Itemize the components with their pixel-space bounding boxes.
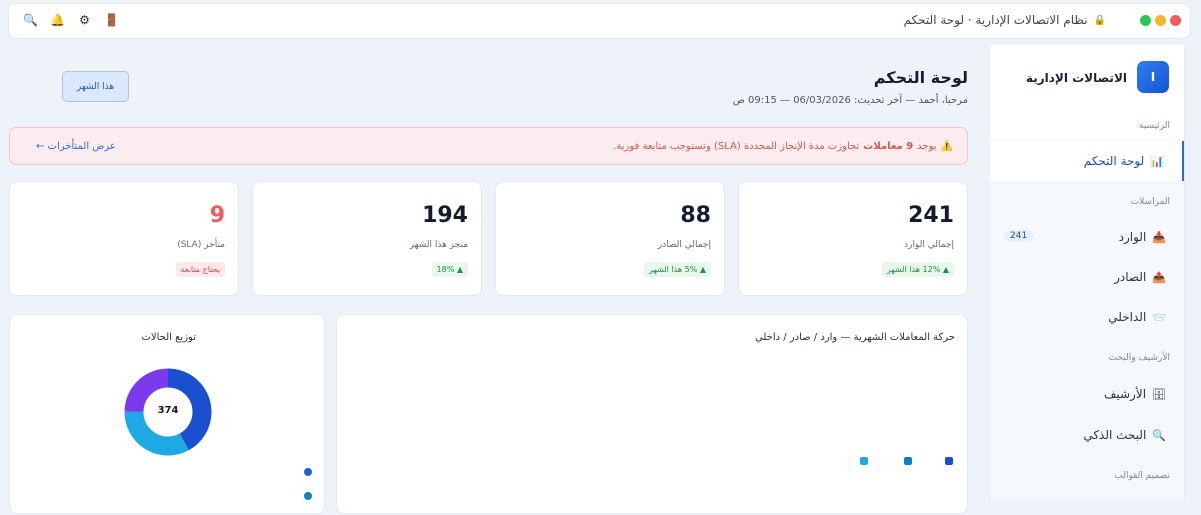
stat-card-overdue: 9 متأخر (SLA) يحتاج متابعة	[9, 181, 239, 296]
trend-chip: ▲ 5% هذا الشهر	[643, 262, 711, 277]
stat-label: إجمالي الوارد	[904, 240, 954, 250]
window-title-wrap: 🔒 نظام الاتصالات الإدارية · لوحة التحكم	[904, 13, 1106, 27]
section-correspondence: المراسلات	[1130, 197, 1170, 207]
gear-icon[interactable]: ⚙	[77, 12, 92, 29]
bell-icon[interactable]: 🔔	[50, 12, 65, 29]
brand-name: الاتصالات الإدارية	[1025, 71, 1127, 85]
search-icon: 🔍	[1152, 428, 1166, 442]
sidebar-item-smart-search[interactable]: 🔍 البحث الذكي	[990, 415, 1184, 455]
stat-label: إجمالي الصادر	[657, 240, 711, 250]
status-title: توزيع الحالات	[141, 332, 196, 343]
chart-icon: 📊	[1150, 154, 1164, 168]
stat-label: منجز هذا الشهر	[409, 240, 468, 250]
stat-value: 194	[422, 203, 468, 228]
sidebar-item-label: الداخلي	[1108, 310, 1147, 324]
period-button[interactable]: هذا الشهر	[62, 71, 129, 102]
sidebar-item-label: الأرشيف	[1103, 387, 1147, 401]
lock-icon: 🔒	[1093, 14, 1106, 26]
toolbar-icons: 🔍 🔔 ⚙ 🚪	[23, 12, 119, 29]
window-controls	[1140, 15, 1181, 26]
stat-card-inbound: 241 إجمالي الوارد ▲ 12% هذا الشهر	[738, 181, 968, 296]
movement-panel: حركة المعاملات الشهرية — وارد / صادر / د…	[336, 314, 968, 514]
window-title: نظام الاتصالات الإدارية · لوحة التحكم	[903, 13, 1088, 27]
inbox-icon: 📥	[1152, 230, 1166, 244]
sidebar-item-dashboard[interactable]: 📊 لوحة التحكم	[990, 141, 1184, 181]
sidebar-item-label: لوحة التحكم	[1083, 154, 1145, 168]
stat-value: 88	[680, 203, 711, 228]
legend-dot	[860, 457, 868, 465]
sidebar-item-inbox[interactable]: 📥 الوارد 241	[990, 217, 1184, 257]
close-dot[interactable]	[1170, 15, 1181, 26]
stat-card-outbound: 88 إجمالي الصادر ▲ 5% هذا الشهر	[495, 181, 725, 296]
welcome-text: مرحبا، أحمد — آخر تحديث: 06/03/2026 — 09…	[732, 95, 968, 106]
search-icon[interactable]: 🔍	[23, 12, 38, 29]
cabinet-icon: 🗄	[1152, 387, 1166, 401]
count-badge: 241	[1004, 230, 1034, 242]
page-title: لوحة التحكم	[873, 68, 968, 87]
trend-chip: ▲ 12% هذا الشهر	[881, 262, 954, 277]
status-chip: يحتاج متابعة	[175, 262, 225, 277]
main-content: لوحة التحكم مرحبا، أحمد — آخر تحديث: 06/…	[8, 45, 978, 514]
legend-dot	[304, 468, 312, 476]
donut-total: 374	[157, 405, 179, 416]
alert-count: 9 معاملات	[863, 141, 914, 152]
warning-icon: ⚠️	[940, 141, 953, 152]
stat-card-completed: 194 منجز هذا الشهر ▲ 18%	[252, 181, 482, 296]
alert-message: تجاوزت مدة الإنجاز المحددة (SLA) وتستوجب…	[613, 141, 860, 152]
legend-dot	[904, 457, 912, 465]
sidebar-item-label: الوارد	[1118, 230, 1147, 244]
stat-value: 241	[908, 203, 954, 228]
door-icon[interactable]: 🚪	[104, 12, 119, 29]
alert-text: ⚠️ يوجد 9 معاملات تجاوزت مدة الإنجاز الم…	[613, 141, 953, 152]
sidebar-item-archive[interactable]: 🗄 الأرشيف	[990, 374, 1184, 414]
status-panel: توزيع الحالات 374	[9, 314, 325, 514]
movement-title: حركة المعاملات الشهرية — وارد / صادر / د…	[755, 332, 955, 343]
sidebar-item-internal[interactable]: 📨 الداخلي	[990, 297, 1184, 337]
brand-logo: I	[1137, 61, 1169, 93]
section-archive-search: الأرشيف والبحث	[1108, 353, 1170, 363]
maximize-dot[interactable]	[1140, 15, 1151, 26]
stat-value: 9	[209, 203, 225, 228]
sidebar: I الاتصالات الإدارية الرئيسية 📊 لوحة الت…	[990, 45, 1185, 500]
section-main: الرئيسية	[1139, 121, 1170, 131]
legend-dot	[304, 492, 312, 500]
app-window: 🔒 نظام الاتصالات الإدارية · لوحة التحكم …	[0, 0, 1201, 515]
title-bar: 🔒 نظام الاتصالات الإدارية · لوحة التحكم …	[8, 3, 1191, 39]
minimize-dot[interactable]	[1155, 15, 1166, 26]
view-overdue-link[interactable]: عرض المتأخرات ←	[36, 141, 116, 152]
trend-chip: ▲ 18%	[431, 262, 468, 277]
envelope-icon: 📨	[1152, 310, 1166, 324]
sidebar-item-label: البحث الذكي	[1083, 428, 1147, 442]
legend-dot	[945, 457, 953, 465]
sla-alert: ⚠️ يوجد 9 معاملات تجاوزت مدة الإنجاز الم…	[9, 127, 968, 165]
stat-label: متأخر (SLA)	[177, 240, 225, 250]
outbox-icon: 📤	[1152, 270, 1166, 284]
alert-prefix: يوجد	[917, 141, 937, 152]
section-templates: تصميم القوالب	[1114, 471, 1170, 481]
sidebar-item-outbox[interactable]: 📤 الصادر	[990, 257, 1184, 297]
sidebar-item-label: الصادر	[1114, 270, 1147, 284]
